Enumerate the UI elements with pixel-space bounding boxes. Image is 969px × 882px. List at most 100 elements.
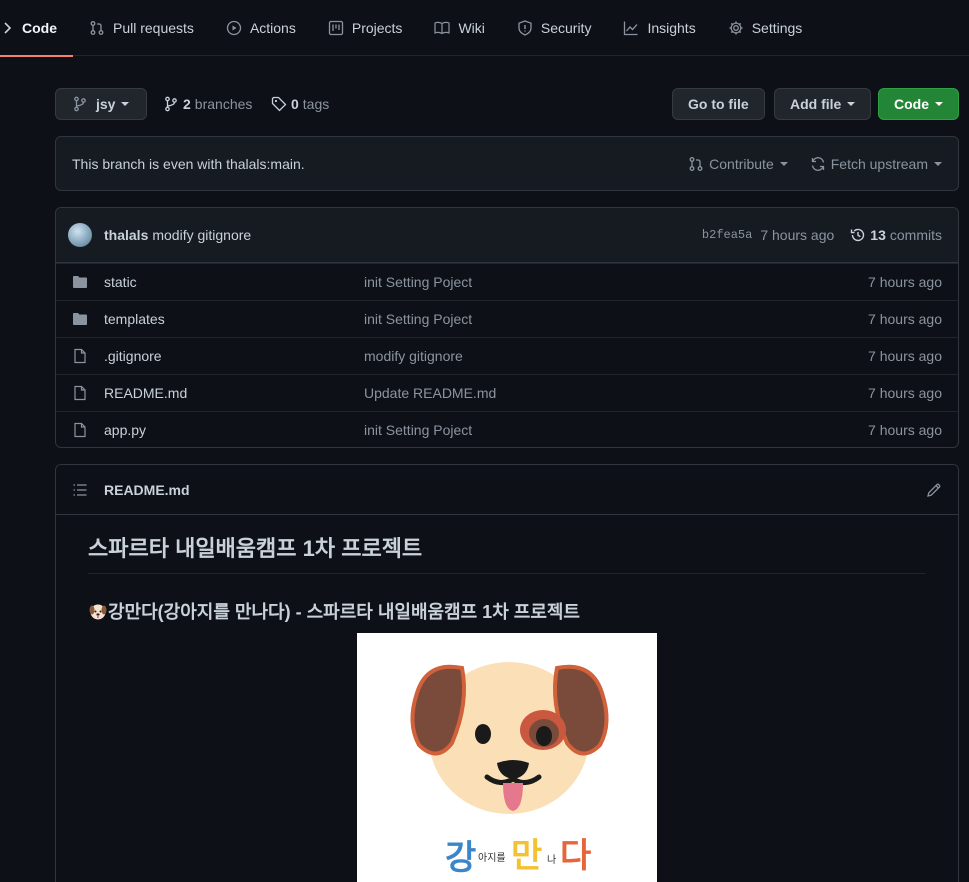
tab-settings[interactable]: Settings [712,0,819,56]
tab-pull-requests-label: Pull requests [113,19,194,36]
pull-request-icon [689,156,703,171]
readme-filename[interactable]: README.md [104,482,190,498]
tab-actions[interactable]: Actions [210,0,312,56]
folder-icon [73,276,87,288]
file-icon [74,348,86,364]
folder-icon [73,313,87,325]
projects-icon [328,20,344,35]
tab-security-label: Security [540,19,592,36]
file-commit-message[interactable]: init Setting Poject [364,422,868,438]
go-to-file-button[interactable]: Go to file [672,88,765,120]
chevron-down-icon [847,102,856,106]
readme-subheading-text: 강만다(강아지를 만나다) - 스파르타 내일배움캠프 1차 프로젝트 [108,602,580,622]
file-commit-message[interactable]: modify gitignore [364,348,868,364]
branch-icon [165,96,177,112]
tab-wiki[interactable]: Wiki [418,0,500,56]
tags-label: tags [302,96,330,112]
chevron-down-icon [121,102,130,106]
file-row-readme[interactable]: README.md Update README.md 7 hours ago [56,374,958,411]
pencil-icon[interactable] [926,482,942,498]
file-row-app-py[interactable]: app.py init Setting Poject 7 hours ago [56,411,958,447]
branches-count: 2 [183,96,191,112]
branches-link[interactable]: 2 branches [163,88,252,120]
fetch-upstream-dropdown[interactable]: Fetch upstream [810,156,942,172]
actions-icon [226,20,242,35]
add-file-button[interactable]: Add file [774,88,872,120]
file-commit-message[interactable]: init Setting Poject [364,311,868,327]
file-name-link[interactable]: static [104,274,364,290]
readme-header: README.md [56,465,958,515]
commit-time: 7 hours ago [760,227,835,243]
avatar[interactable] [68,223,92,247]
file-commit-message[interactable]: init Setting Poject [364,274,868,290]
tab-insights[interactable]: Insights [607,0,711,56]
add-file-label: Add file [790,96,842,112]
tab-insights-label: Insights [647,19,696,36]
code-button[interactable]: Code [878,88,959,120]
commits-count: 13 [870,227,886,243]
file-name-link[interactable]: .gitignore [104,348,364,364]
file-row-templates[interactable]: templates init Setting Poject 7 hours ag… [56,300,958,337]
tags-link[interactable]: 0 tags [271,88,329,120]
file-time: 7 hours ago [868,311,942,327]
file-name-link[interactable]: README.md [104,385,364,401]
commit-message-link[interactable]: modify gitignore [152,227,251,243]
branch-name: jsy [96,96,116,112]
chevron-down-icon [934,161,942,166]
commit-sha-link[interactable]: b2fea5a [702,228,752,242]
file-row-static[interactable]: static init Setting Poject 7 hours ago [56,263,958,300]
file-row-gitignore[interactable]: .gitignore modify gitignore 7 hours ago [56,337,958,374]
logo-text-ajireul: 아지를 [478,852,506,864]
contribute-label: Contribute [709,155,774,172]
commit-author-link[interactable]: thalals [104,227,148,243]
tags-count: 0 [291,96,299,112]
code-icon [4,21,12,34]
file-time: 7 hours ago [868,348,942,364]
commits-label: commits [889,227,942,243]
history-icon [851,228,865,242]
branch-select-button[interactable]: jsy [55,88,147,120]
logo-text-da: 다 [560,836,591,876]
tab-wiki-label: Wiki [458,19,485,36]
readme-content: 스파르타 내일배움캠프 1차 프로젝트 강만다(강아지를 만나다) - 스파르타… [56,515,958,640]
commits-history-link[interactable]: 13 commits [850,227,942,243]
tab-actions-label: Actions [249,19,296,36]
tag-icon [271,96,287,112]
repo-nav: Code Pull requests Actions Projects Wiki… [0,0,969,57]
branch-icon [74,96,86,112]
security-icon [518,19,532,36]
file-list: thalals modify gitignore b2fea5a 7 hours… [55,207,959,448]
tab-security[interactable]: Security [501,0,608,56]
tab-pull-requests[interactable]: Pull requests [73,0,210,56]
insights-icon [624,21,638,35]
tab-code[interactable]: Code [0,0,73,57]
fetch-upstream-label: Fetch upstream [830,155,928,172]
readme-panel: README.md 스파르타 내일배움캠프 1차 프로젝트 강만다(강아지를 만… [55,464,959,882]
sync-icon [811,156,824,171]
file-commit-message[interactable]: Update README.md [364,385,868,401]
list-icon[interactable] [72,482,88,498]
branch-status-text: This branch is even with thalals:main. [72,155,305,172]
tab-settings-label: Settings [751,19,803,36]
file-icon [74,385,86,401]
contribute-dropdown[interactable]: Contribute [688,156,788,172]
file-icon [74,422,86,438]
code-button-label: Code [894,96,929,112]
file-time: 7 hours ago [868,385,942,401]
readme-subheading: 강만다(강아지를 만나다) - 스파르타 내일배움캠프 1차 프로젝트 [88,598,926,624]
logo-text-gang: 강 [445,838,476,878]
settings-icon [729,21,743,34]
readme-heading: 스파르타 내일배움캠프 1차 프로젝트 [88,531,926,574]
tab-projects[interactable]: Projects [312,0,419,56]
logo-text-na: 나 [547,854,556,866]
dog-logo-illustration: 강 아지를 만 나 다 [410,662,609,878]
file-name-link[interactable]: app.py [104,422,364,438]
tab-code-label: Code [22,19,57,36]
logo-text-man: 만 [511,836,542,876]
chevron-down-icon [779,161,788,166]
chevron-down-icon [935,102,943,106]
latest-commit-row: thalals modify gitignore b2fea5a 7 hours… [56,208,958,263]
file-name-link[interactable]: templates [104,311,364,327]
go-to-file-label: Go to file [688,96,749,112]
branch-status-bar: This branch is even with thalals:main. C… [55,136,959,191]
